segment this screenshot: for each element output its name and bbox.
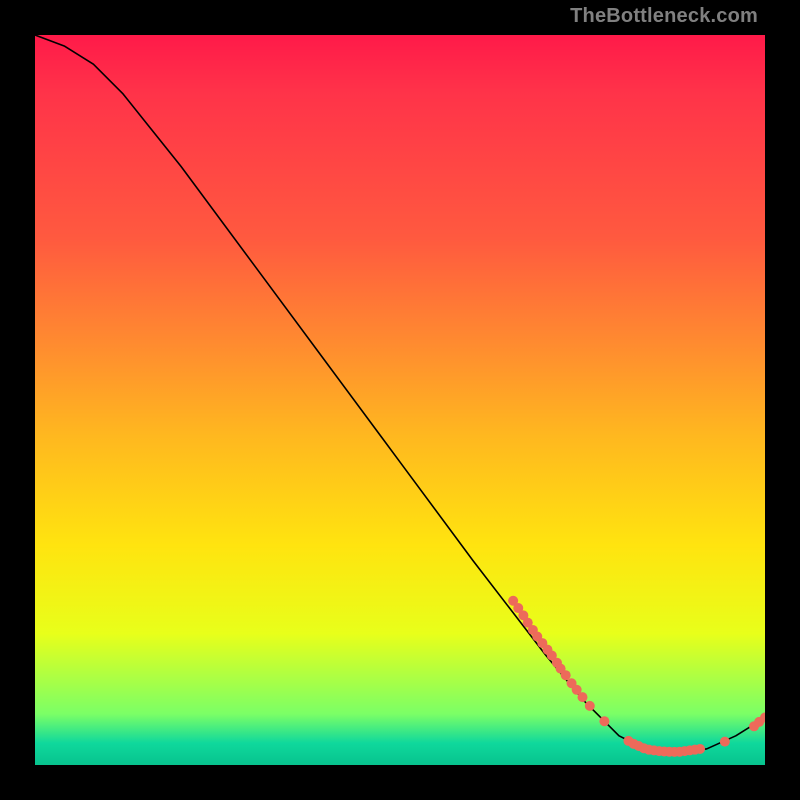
chart-svg (35, 35, 765, 765)
watermark-text: TheBottleneck.com (570, 6, 758, 26)
sample-point (561, 670, 571, 680)
sample-point (578, 692, 588, 702)
chart-stage: TheBottleneck.com (0, 0, 800, 800)
sample-point (585, 701, 595, 711)
plot-area (35, 35, 765, 765)
sample-point (720, 737, 730, 747)
sample-points-group (508, 596, 765, 757)
sample-point (599, 716, 609, 726)
sample-point (695, 744, 705, 754)
bottleneck-curve-line (35, 35, 765, 752)
